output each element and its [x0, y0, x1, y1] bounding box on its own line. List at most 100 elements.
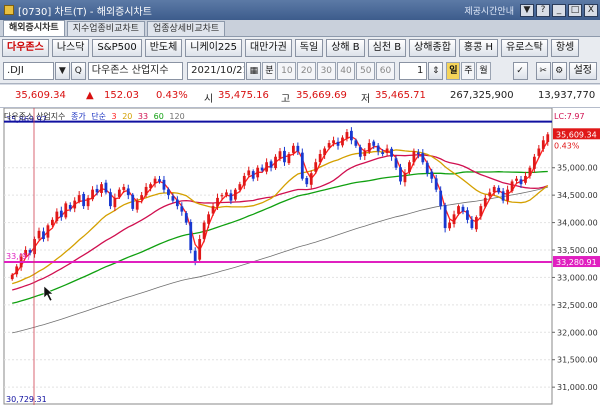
candle-body [256, 167, 260, 178]
candle-body [64, 203, 68, 218]
candle-body [300, 152, 304, 179]
y-tick-label: 35,000.00 [557, 164, 598, 173]
settings-button[interactable]: 설정 [568, 62, 598, 80]
price-chart[interactable]: 35,000.00 34,500.00 34,000.00 33,500.00 33,0… [0, 108, 600, 405]
help-link[interactable]: 제공시간안내 [464, 4, 514, 17]
checkmark-icon[interactable]: ✓ [512, 62, 528, 80]
candle-body [216, 197, 219, 207]
y-tick-label: 34,500.00 [557, 191, 598, 200]
market-nikkei-button[interactable]: 니케이225 [185, 39, 242, 57]
candle-body [109, 192, 112, 207]
market-hongkong-h-button[interactable]: 홍콩 H [458, 39, 499, 57]
candle-body [483, 197, 487, 207]
week-button[interactable]: 주 [461, 62, 476, 80]
date-input[interactable]: 2021/10/21 [187, 62, 246, 80]
candle-body [175, 199, 179, 207]
candle-body [336, 141, 340, 146]
tab-sector-compare[interactable]: 업종상세비교차트 [146, 21, 226, 36]
maximize-button[interactable]: □ [568, 3, 582, 17]
tab-index-compare[interactable]: 지수업종비교차트 [66, 21, 145, 36]
period-10-button[interactable]: 10 [277, 62, 297, 80]
quote-volume: 267,325,900 [450, 90, 514, 101]
close-button[interactable]: X [584, 3, 598, 17]
candle-body [541, 140, 545, 149]
dropdown-window-button[interactable]: ▼ [520, 3, 534, 17]
scissors-icon[interactable]: ✂ [535, 62, 551, 80]
candle-body [532, 156, 536, 169]
quote-low: 35,465.71 [375, 90, 426, 101]
market-hangseng-button[interactable]: 항셍 [550, 39, 580, 57]
symbol-dropdown-icon[interactable]: ▼ [54, 62, 70, 80]
candle-body [421, 153, 425, 163]
candle-body [100, 184, 103, 193]
market-shanghai-comp-button[interactable]: 상해종합 [409, 39, 456, 57]
candle-body [537, 148, 541, 156]
day-button[interactable]: 일 [446, 62, 461, 80]
period-20-button[interactable]: 20 [297, 62, 316, 80]
candle-body [323, 148, 327, 156]
candle-body [274, 156, 277, 169]
candle-body [416, 152, 420, 155]
candle-body [180, 206, 184, 212]
chart-legend: 다우존스 산업지수 종가 단순 3 20 33 60 120 [4, 111, 188, 122]
market-nasdaq-button[interactable]: 나스닥 [51, 39, 90, 57]
market-germany-button[interactable]: 독일 [294, 39, 324, 57]
period-50-button[interactable]: 50 [356, 62, 376, 80]
y-tick-label: 33,000.00 [557, 273, 598, 282]
symbol-input[interactable]: .DJI [3, 62, 54, 80]
candle-body [153, 178, 157, 184]
candle-body [394, 158, 398, 168]
candle-body [189, 222, 193, 251]
candle-body [327, 143, 331, 148]
candle-body [341, 137, 344, 146]
candle-body [122, 186, 126, 190]
candle-body [225, 192, 228, 195]
market-button-row: 다우존스 나스닥 S&P500 반도체 니케이225 대만가권 독일 상해 B … [0, 37, 600, 59]
candle-body [68, 204, 72, 209]
candle-body [466, 210, 469, 220]
legend-ma-33: 33 [137, 112, 149, 121]
market-dow-button[interactable]: 다우존스 [2, 39, 49, 57]
candle-body [77, 195, 81, 202]
candle-body [15, 266, 19, 275]
market-eurostoxx-button[interactable]: 유로스탁 [501, 39, 548, 57]
candle-body [260, 167, 264, 171]
market-semiconductor-button[interactable]: 반도체 [144, 39, 183, 57]
candle-body [385, 148, 389, 154]
market-shanghai-b-button[interactable]: 상해 B [326, 39, 365, 57]
tab-overseas-chart[interactable]: 해외증시차트 [3, 20, 65, 36]
calendar-icon[interactable]: ▦ [246, 62, 262, 80]
change-up-icon: ▲ [86, 90, 94, 101]
count-input[interactable]: 1 [398, 62, 428, 80]
period-60-button[interactable]: 60 [376, 62, 395, 80]
mouse-cursor-icon [43, 285, 54, 302]
search-icon[interactable]: Q [70, 62, 86, 80]
tab-bar: 해외증시차트 지수업종비교차트 업종상세비교차트 [0, 20, 600, 37]
candle-body [42, 231, 45, 240]
candle-body [86, 197, 90, 207]
candle-body [126, 188, 130, 196]
period-30-button[interactable]: 30 [316, 62, 336, 80]
legend-ma-20: 20 [122, 112, 133, 121]
candle-body [251, 171, 255, 179]
y-tick-label: 32,500.00 [557, 301, 598, 310]
candle-body [488, 192, 492, 197]
min-label: 30,729.31 [6, 395, 47, 404]
minimize-button[interactable]: _ [552, 3, 566, 17]
candle-body [59, 210, 63, 218]
market-taiwan-button[interactable]: 대만가권 [244, 39, 292, 57]
month-button[interactable]: 월 [476, 62, 491, 80]
chart-area[interactable]: 35,000.00 34,500.00 34,000.00 33,500.00 33,0… [0, 108, 600, 405]
market-sp500-button[interactable]: S&P500 [92, 39, 142, 57]
chart-tools-icon[interactable]: ⚙ [551, 62, 567, 80]
candle-body [287, 154, 291, 164]
candle-body [519, 179, 523, 185]
quote-change-pct: 0.43% [156, 90, 188, 101]
candle-body [167, 189, 170, 196]
market-shenzhen-b-button[interactable]: 심천 B [367, 39, 407, 57]
help-window-button[interactable]: ? [536, 3, 550, 17]
unit-minute-button[interactable]: 분 [262, 62, 277, 80]
candle-body [220, 195, 224, 197]
period-40-button[interactable]: 40 [336, 62, 356, 80]
count-spinner-icon[interactable]: ⇕ [428, 62, 444, 80]
